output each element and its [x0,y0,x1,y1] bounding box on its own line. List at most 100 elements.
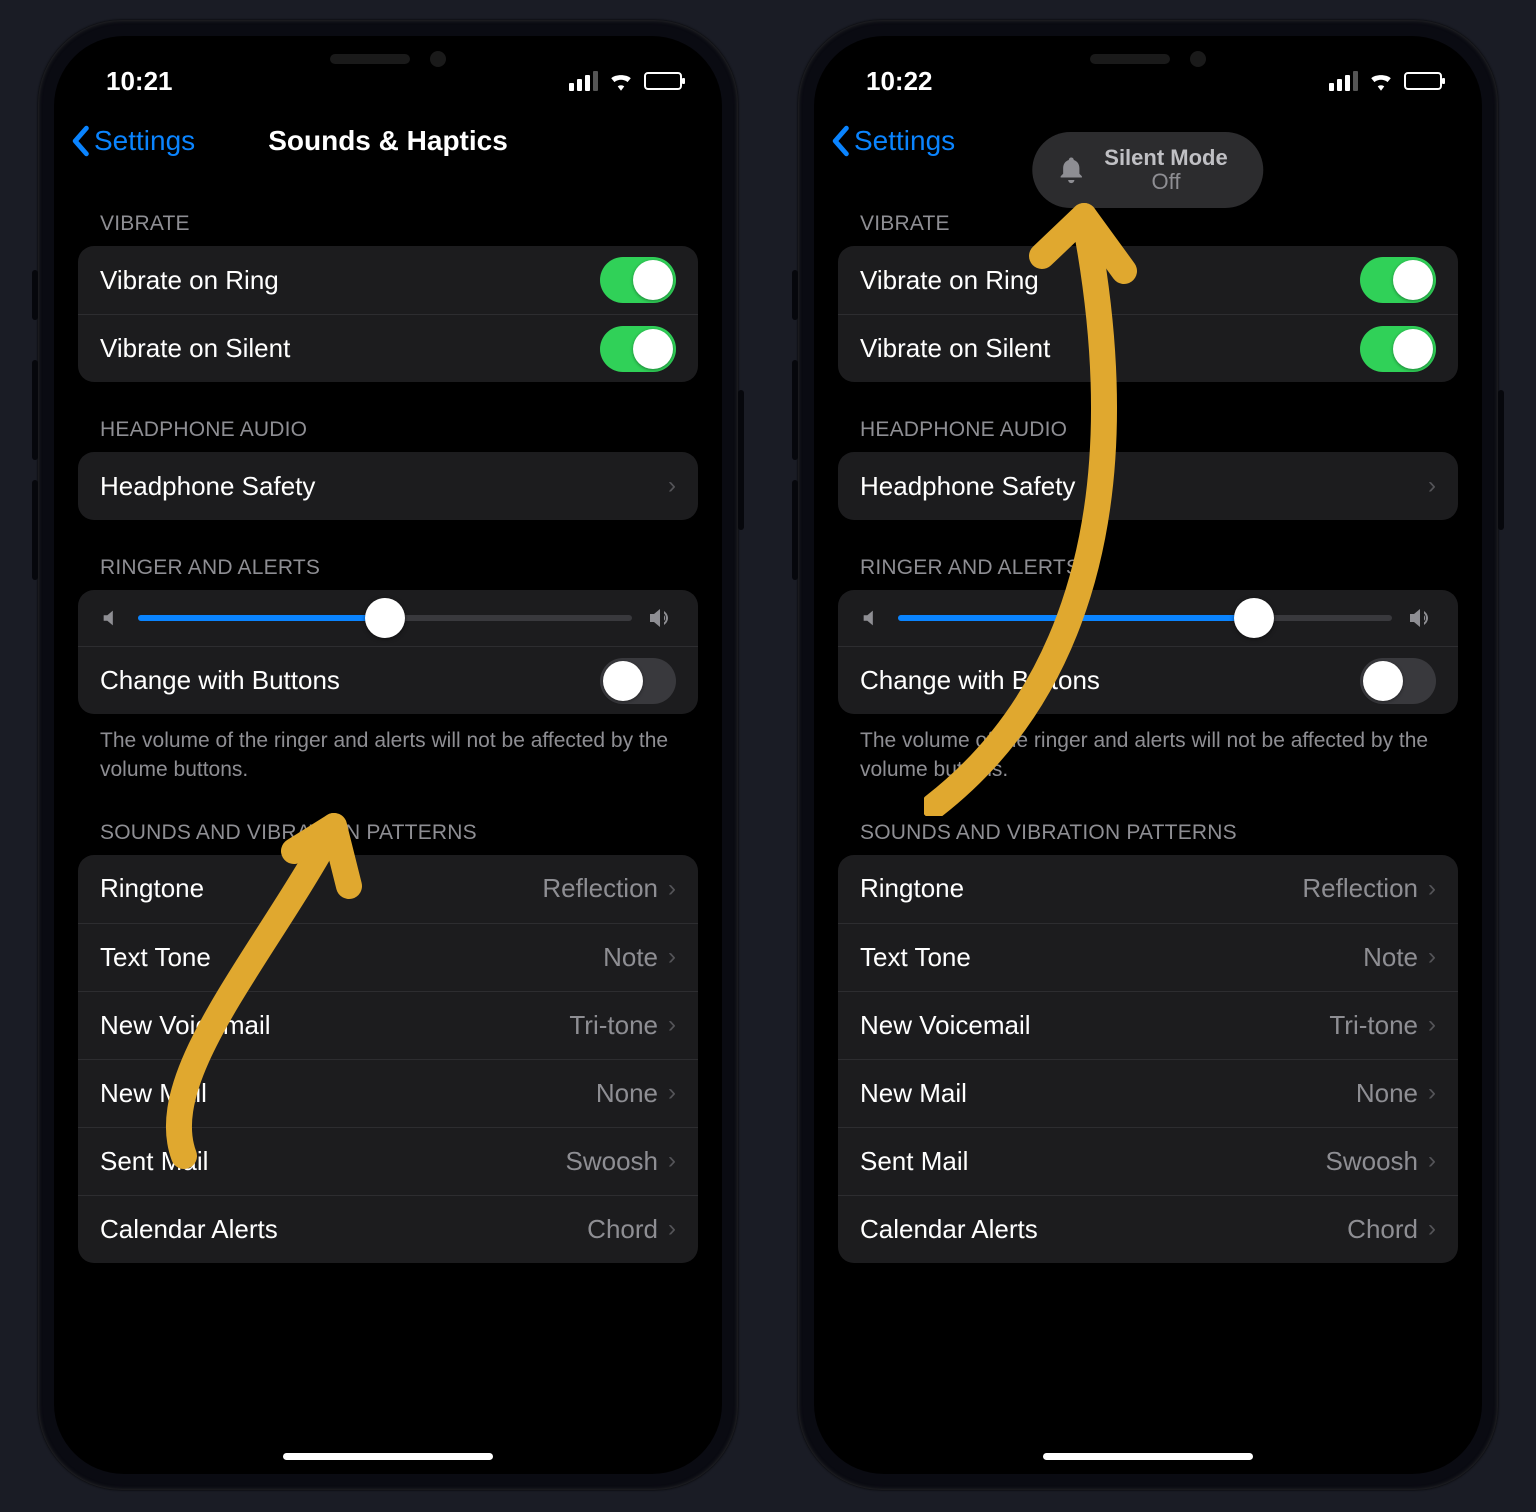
chevron-right-icon: › [1428,472,1436,500]
chevron-right-icon: › [668,875,676,903]
silent-pill-state: Off [1152,170,1181,194]
row-change-with-buttons[interactable]: Change with Buttons [838,646,1458,714]
row-volume-slider[interactable] [78,590,698,646]
row-value: Reflection › [1302,873,1436,904]
row-sound-new-voicemail[interactable]: New Voicemail Tri-tone › [78,991,698,1059]
row-label: New Voicemail [100,1010,271,1041]
row-value: Note › [603,942,676,973]
volume-low-icon [860,607,882,629]
row-sound-text-tone[interactable]: Text Tone Note › [838,923,1458,991]
silent-pill-title: Silent Mode [1104,146,1227,170]
cellular-icon [1329,71,1358,91]
volume-high-icon [1408,606,1436,630]
silent-mode-pill: Silent Mode Off [1032,132,1263,208]
volume-up-button[interactable] [32,360,38,460]
row-sound-new-voicemail[interactable]: New VoicemailTri-tone › [838,991,1458,1059]
row-sound-ringtone[interactable]: RingtoneReflection › [78,855,698,923]
row-label: Text Tone [860,942,971,973]
volume-up-button[interactable] [792,360,798,460]
row-label: Calendar Alerts [860,1214,1038,1245]
row-label: Ringtone [860,873,964,904]
chevron-left-icon [70,125,90,157]
section-header-headphone: HEADPHONE AUDIO [78,382,698,452]
row-sound-calendar-alerts[interactable]: Calendar AlertsChord › [838,1195,1458,1263]
home-indicator[interactable] [283,1453,493,1460]
row-sound-ringtone[interactable]: Ringtone Reflection › [838,855,1458,923]
row-vibrate-silent[interactable]: Vibrate on Silent [838,314,1458,382]
mute-switch[interactable] [32,270,38,320]
mute-switch[interactable] [792,270,798,320]
volume-slider[interactable] [898,615,1392,621]
row-label: Change with Buttons [100,665,340,696]
section-header-sounds: SOUNDS AND VIBRATION PATTERNS [838,785,1458,855]
row-label: Change with Buttons [860,665,1100,696]
row-label: Headphone Safety [860,471,1075,502]
row-label: New Mail [860,1078,967,1109]
row-value: Tri-tone › [569,1010,676,1041]
toggle-change-buttons[interactable] [1360,658,1436,704]
row-label: Vibrate on Silent [860,333,1050,364]
row-label: Sent Mail [100,1146,208,1177]
volume-low-icon [100,607,122,629]
row-label: New Mail [100,1078,207,1109]
row-sound-new-mail[interactable]: New Mail None › [78,1059,698,1127]
row-headphone-safety[interactable]: Headphone Safety › [838,452,1458,520]
chevron-right-icon: › [668,943,676,971]
row-label: Vibrate on Ring [100,265,279,296]
row-change-with-buttons[interactable]: Change with Buttons [78,646,698,714]
row-sound-new-mail[interactable]: New MailNone › [838,1059,1458,1127]
toggle-vibrate-ring[interactable] [600,257,676,303]
group-vibrate: Vibrate on Ring Vibrate on Silent [78,246,698,382]
row-sound-sent-mail[interactable]: Sent MailSwoosh › [838,1127,1458,1195]
row-sound-sent-mail[interactable]: Sent MailSwoosh › [78,1127,698,1195]
battery-icon [1404,72,1442,90]
toggle-vibrate-silent[interactable] [600,326,676,372]
section-header-sounds: SOUNDS AND VIBRATION PATTERNS [78,785,698,855]
bell-icon [1056,155,1086,185]
battery-icon [644,72,682,90]
chevron-right-icon: › [1428,1147,1436,1175]
row-vibrate-ring[interactable]: Vibrate on Ring [838,246,1458,314]
back-label: Settings [94,125,195,157]
row-value: Chord › [587,1214,676,1245]
back-button[interactable]: Settings [70,125,195,157]
toggle-vibrate-silent[interactable] [1360,326,1436,372]
row-volume-slider[interactable] [838,590,1458,646]
chevron-right-icon: › [668,1215,676,1243]
row-vibrate-silent[interactable]: Vibrate on Silent [78,314,698,382]
toggle-vibrate-ring[interactable] [1360,257,1436,303]
volume-down-button[interactable] [32,480,38,580]
row-value: Reflection › [542,873,676,904]
notch [1008,36,1288,82]
chevron-right-icon: › [1428,943,1436,971]
row-label: Vibrate on Ring [860,265,1039,296]
volume-slider[interactable] [138,615,632,621]
row-vibrate-ring[interactable]: Vibrate on Ring [78,246,698,314]
row-value: None › [596,1078,676,1109]
row-label: Text Tone [100,942,211,973]
volume-down-button[interactable] [792,480,798,580]
row-sound-text-tone[interactable]: Text Tone Note › [78,923,698,991]
group-headphone: Headphone Safety › [838,452,1458,520]
row-value: Note › [1363,942,1436,973]
toggle-change-buttons[interactable] [600,658,676,704]
power-button[interactable] [1498,390,1504,530]
phone-left: 10:21 Settings Sounds & Haptics VIBRATE … [38,20,738,1490]
notch [248,36,528,82]
section-header-ringer: RINGER AND ALERTS [838,520,1458,590]
back-label: Settings [854,125,955,157]
row-sound-calendar-alerts[interactable]: Calendar AlertsChord › [78,1195,698,1263]
cellular-icon [569,71,598,91]
power-button[interactable] [738,390,744,530]
row-label: Vibrate on Silent [100,333,290,364]
group-sounds: RingtoneReflection › Text Tone Note › New V… [78,855,698,1263]
row-headphone-safety[interactable]: Headphone Safety › [78,452,698,520]
home-indicator[interactable] [1043,1453,1253,1460]
section-header-vibrate: VIBRATE [78,176,698,246]
row-value: Tri-tone › [1329,1010,1436,1041]
chevron-right-icon: › [668,1079,676,1107]
back-button[interactable]: Settings [830,125,955,157]
chevron-right-icon: › [1428,1079,1436,1107]
footer-note: The volume of the ringer and alerts will… [838,714,1458,785]
wifi-icon [1368,71,1394,91]
